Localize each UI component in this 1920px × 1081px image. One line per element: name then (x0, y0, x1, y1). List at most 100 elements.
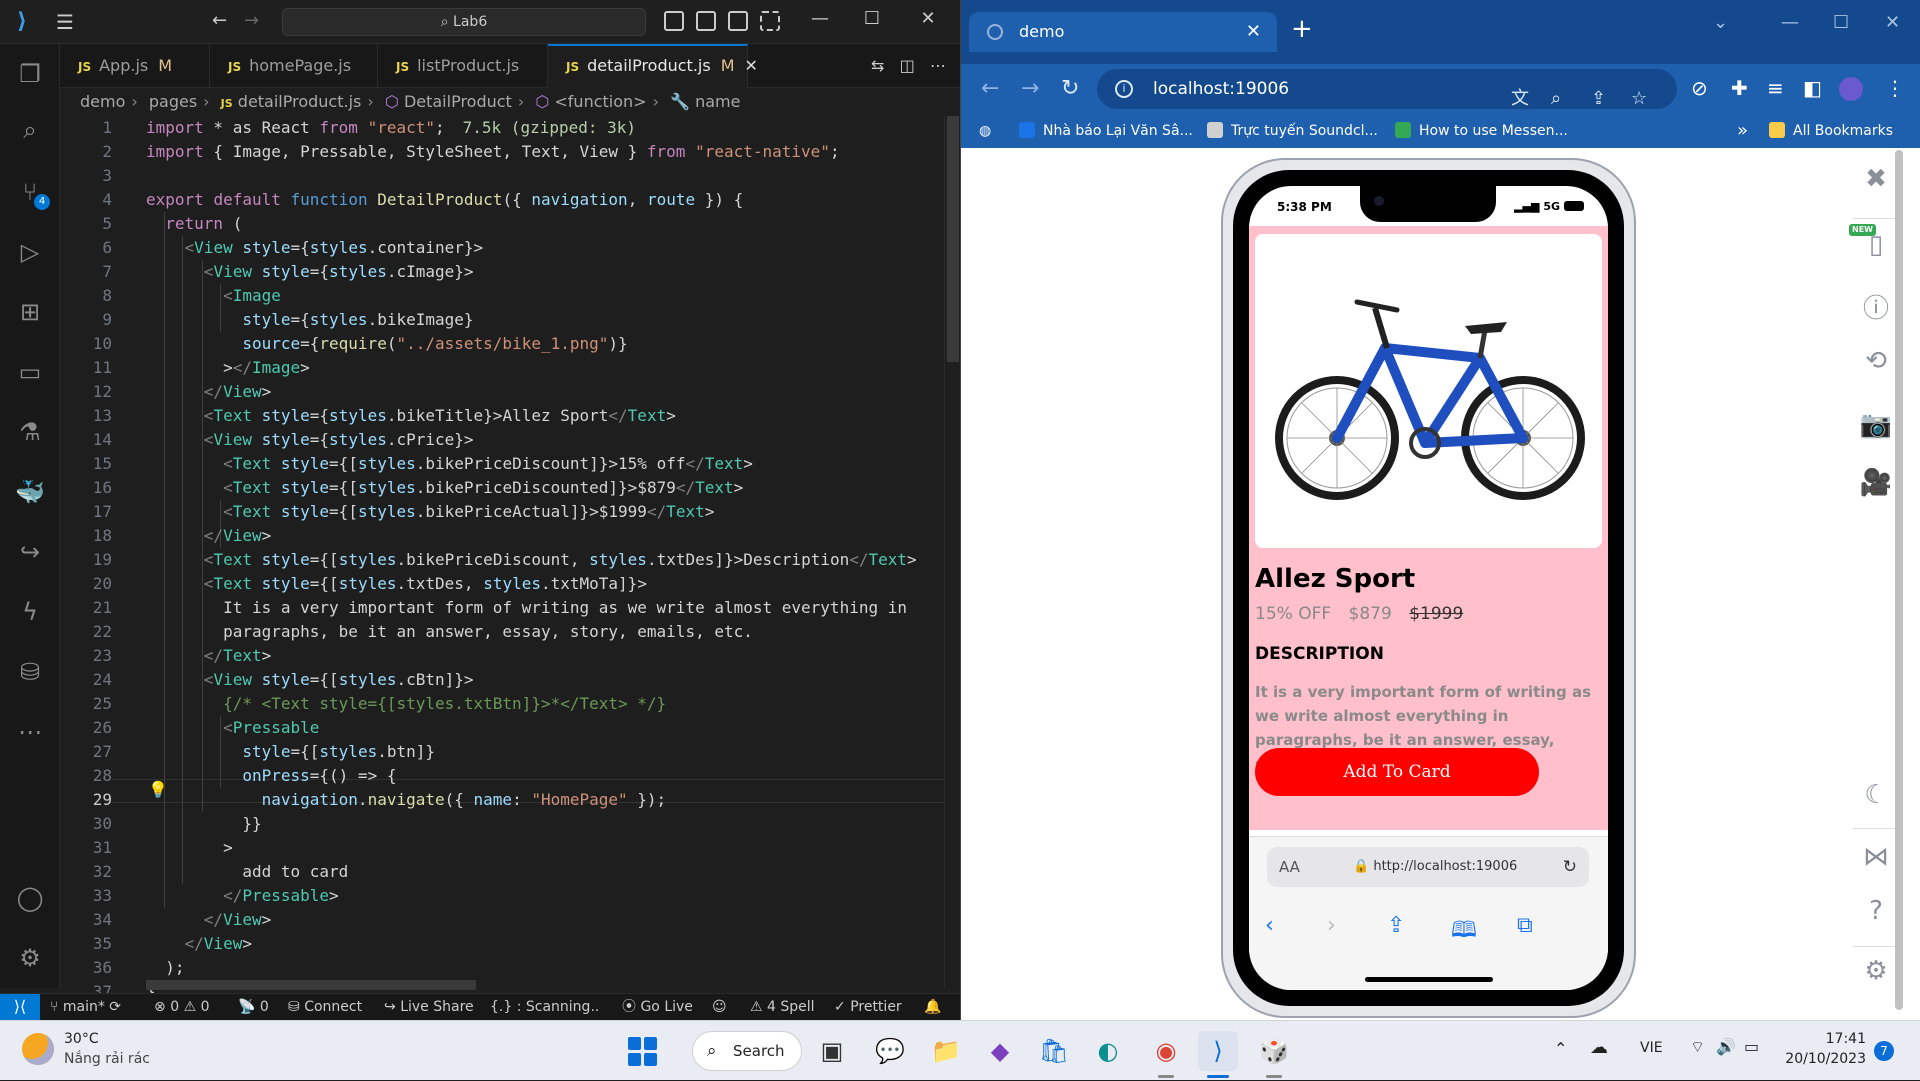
tab-demo[interactable]: demo ✕ (969, 12, 1277, 52)
tab-homepage-js[interactable]: JS homePage.js (210, 44, 378, 88)
task-view-icon[interactable]: ▣ (812, 1031, 852, 1071)
tab-detailproduct-js[interactable]: JS detailProduct.js M ✕ (548, 44, 758, 88)
scrollbar-thumb[interactable] (1895, 150, 1903, 1010)
start-windows-icon[interactable] (628, 1037, 658, 1067)
close-button[interactable]: ✕ (1885, 12, 1900, 33)
chrome-browser-icon[interactable]: ◉ (1146, 1031, 1186, 1071)
search-icon[interactable]: ⌕ (12, 112, 48, 148)
extensions-puzzle-icon[interactable]: ✚ (1731, 76, 1748, 100)
microsoft-store-icon[interactable]: 🛍 (1034, 1031, 1074, 1071)
close-button[interactable]: ✕ (908, 8, 948, 29)
more-bookmarks-button[interactable]: » (1737, 114, 1748, 148)
split-editor-icon[interactable]: ◫ (900, 56, 915, 75)
wifi-icon[interactable]: ⌔ (1690, 1037, 1705, 1057)
forward-arrow-icon[interactable]: → (244, 10, 259, 31)
bell-icon[interactable]: 🔔 (924, 994, 941, 1020)
ports-indicator[interactable]: 📡 0 (238, 994, 269, 1020)
side-panel-icon[interactable]: ◧ (1803, 76, 1822, 100)
back-arrow-icon[interactable]: ← (212, 10, 227, 31)
chevron-up-icon[interactable]: ⌃ (1554, 1039, 1567, 1058)
connect-item[interactable]: ⛁ Connect (288, 994, 362, 1020)
address-bar[interactable]: i localhost:19006 文 ⌕ ⇪ ☆ (1097, 69, 1677, 109)
breadcrumb-item[interactable]: <function> (554, 92, 646, 111)
taskbar-clock[interactable]: 17:41 20/10/2023 (1780, 1029, 1866, 1069)
reload-icon[interactable]: ↻ (1563, 847, 1577, 887)
taskbar-search[interactable]: ⌕ Search (692, 1031, 802, 1071)
chevron-down-icon[interactable]: ⌄ (1713, 12, 1728, 33)
onedrive-cloud-icon[interactable]: ☁ (1590, 1037, 1608, 1058)
profile-avatar[interactable] (1839, 77, 1863, 101)
zoom-icon[interactable]: ⌕ (1551, 79, 1561, 119)
more-actions-icon[interactable]: ⋯ (930, 56, 946, 75)
explorer-icon[interactable]: ❐ (12, 56, 48, 92)
breadcrumb-item[interactable]: detailProduct.js (238, 92, 362, 111)
branch-indicator[interactable]: ⑂ main* ⟳ (50, 994, 121, 1020)
bookmark-item[interactable]: Nhà báo Lại Văn Sâ... (1019, 114, 1193, 148)
tab-app-js[interactable]: JS App.js M (60, 44, 210, 88)
remote-explorer-icon[interactable]: ▭ (12, 354, 48, 390)
toggle-panel-icon[interactable] (696, 11, 716, 31)
breadcrumb-item[interactable]: demo (80, 92, 125, 111)
problems-indicator[interactable]: ⊗ 0 ⚠ 0 (154, 994, 210, 1020)
compare-changes-icon[interactable]: ⇆ (871, 56, 884, 75)
all-bookmarks-button[interactable]: All Bookmarks (1769, 114, 1893, 148)
add-to-card-button[interactable]: Add To Card (1255, 748, 1539, 796)
run-debug-icon[interactable]: ▷ (12, 234, 48, 270)
menu-icon[interactable]: ☰ (56, 10, 74, 34)
file-explorer-icon[interactable]: 📁 (926, 1031, 966, 1071)
more-menu-icon[interactable]: ⋮ (1885, 76, 1905, 100)
bookmarks-book-icon[interactable]: 🕮 (1451, 913, 1477, 951)
horizontal-scrollbar[interactable] (146, 980, 476, 990)
remote-indicator-icon[interactable]: ⟩⟨ (0, 994, 40, 1020)
live-share-item[interactable]: ↪ Live Share (384, 994, 474, 1020)
prettier-item[interactable]: ✓ Prettier (834, 994, 902, 1020)
editor-scrollbar[interactable] (944, 116, 960, 988)
bookmark-item[interactable]: Trực tuyến Soundcl... (1207, 114, 1378, 148)
database-icon[interactable]: ⛁ (12, 654, 48, 690)
code-editor[interactable]: 💡 1 2 3 4 5 6 7 8 9 10 11 12 13 14 15 16 17 18 19 20 21 22 23 2… (60, 116, 946, 1001)
battery-icon[interactable]: ▭ (1744, 1037, 1759, 1056)
teams-chat-icon[interactable]: 💬 (870, 1031, 910, 1071)
scrollbar-thumb[interactable] (947, 116, 959, 362)
source-control-icon[interactable]: ⑂ 4 (12, 174, 50, 210)
page-scrollbar[interactable] (1893, 150, 1905, 1015)
share-icon[interactable]: ⇪ (1387, 913, 1405, 938)
toggle-primary-sidebar-icon[interactable] (664, 11, 684, 31)
copilot-icon[interactable]: ☺ (712, 994, 727, 1020)
back-chevron-icon[interactable]: ‹ (1265, 913, 1274, 938)
minimize-button[interactable]: — (800, 8, 840, 29)
apps-icon[interactable]: ◍ (979, 114, 991, 148)
minimize-button[interactable]: — (1781, 12, 1799, 33)
toggle-secondary-sidebar-icon[interactable] (728, 11, 748, 31)
bookmark-star-icon[interactable]: ☆ (1631, 79, 1647, 119)
customize-layout-icon[interactable] (760, 11, 780, 31)
live-share-icon[interactable]: ↪ (12, 534, 48, 570)
language-indicator[interactable]: VIE (1640, 1040, 1663, 1056)
info-icon[interactable]: i (1115, 80, 1133, 98)
close-tab-icon[interactable]: ✕ (1246, 12, 1261, 52)
bookmark-item[interactable]: How to use Messen... (1395, 114, 1568, 148)
command-center-search[interactable]: ⌕ Lab6 (282, 8, 646, 36)
spell-item[interactable]: ⚠ 4 Spell (750, 994, 815, 1020)
forward-arrow-icon[interactable]: → (1021, 76, 1039, 101)
translate-icon[interactable]: 文 (1511, 79, 1529, 119)
safari-url-bar[interactable]: AA 🔒 http://localhost:19006 ↻ (1267, 847, 1589, 887)
forward-chevron-icon[interactable]: › (1327, 913, 1336, 938)
breadcrumb-item[interactable]: pages (149, 92, 197, 111)
breadcrumb-item[interactable]: name (695, 92, 740, 111)
visual-studio-icon[interactable]: ◆ (980, 1031, 1020, 1071)
vscode-app-icon[interactable]: ⟩ (1198, 1031, 1238, 1071)
docker-icon[interactable]: 🐳 (12, 474, 48, 510)
close-tab-icon[interactable]: ✕ (745, 56, 758, 75)
text-size-button[interactable]: AA (1279, 847, 1300, 887)
maximize-button[interactable]: ☐ (852, 8, 892, 29)
extensions-icon[interactable]: ⊞ (12, 294, 48, 330)
share-icon[interactable]: ⇪ (1591, 79, 1606, 119)
settings-gear-icon[interactable]: ⚙ (12, 940, 48, 976)
maximize-button[interactable]: ☐ (1833, 12, 1849, 33)
tab-listproduct-js[interactable]: JS listProduct.js (378, 44, 548, 88)
thunder-client-icon[interactable]: ϟ (12, 594, 48, 630)
more-views-icon[interactable]: ⋯ (12, 714, 48, 750)
game-app-icon[interactable]: 🎲 (1254, 1031, 1294, 1071)
reading-list-icon[interactable]: ≡ (1767, 76, 1784, 100)
